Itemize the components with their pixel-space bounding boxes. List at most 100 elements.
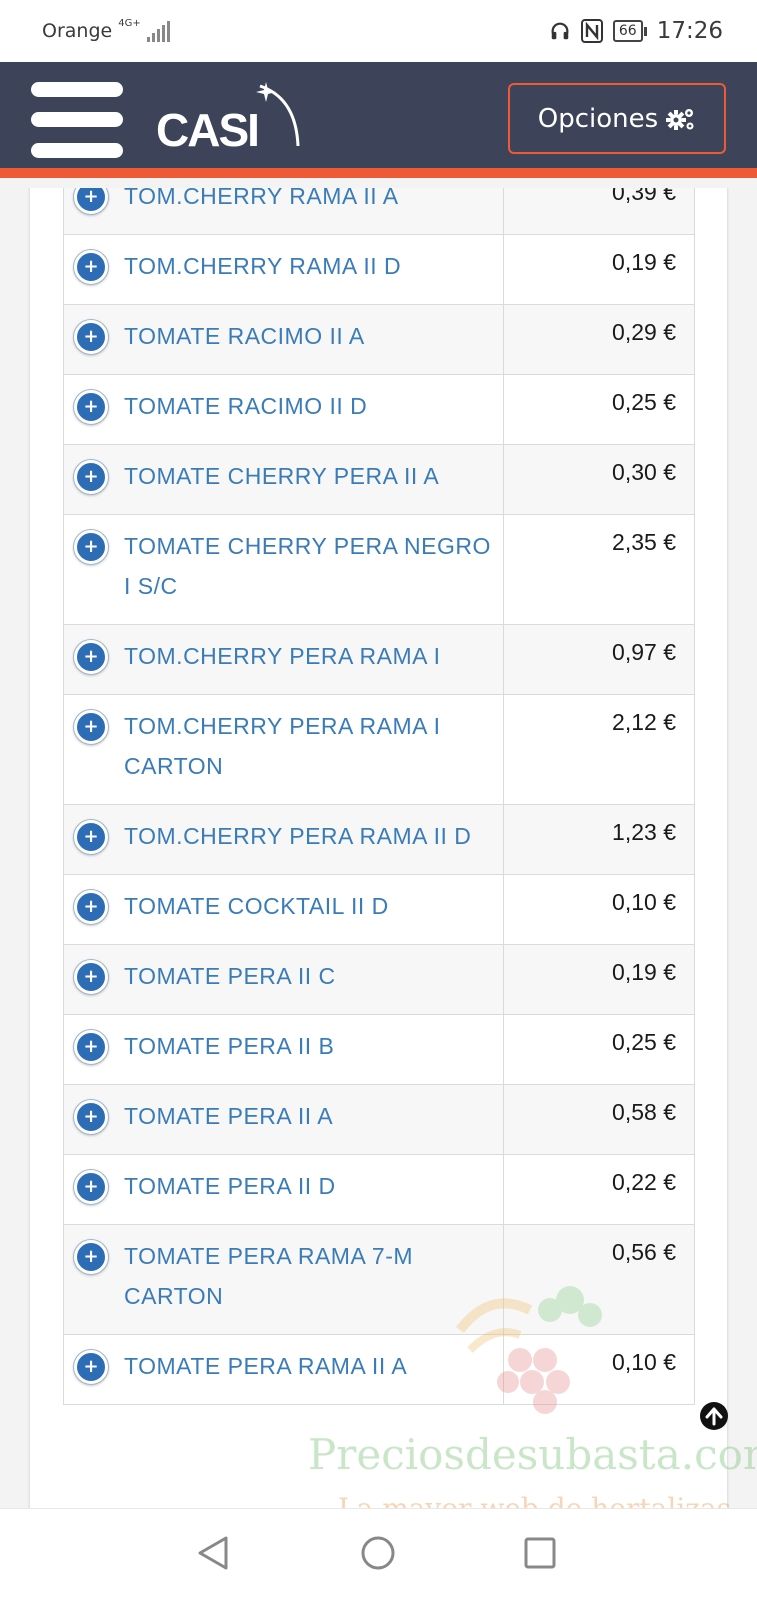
product-price: 2,12 € (503, 694, 695, 805)
product-name-cell: + TOM.CHERRY PERA RAMA II D (63, 804, 504, 875)
product-price: 1,23 € (503, 804, 695, 875)
product-price: 0,25 € (503, 1014, 695, 1085)
status-right: 66 17:26 (549, 18, 723, 44)
product-price: 0,19 € (503, 944, 695, 1015)
product-name-link[interactable]: TOMATE PERA II B (124, 1026, 334, 1066)
price-table: + TOM.CHERRY RAMA II A 0,39 € + TOM.CHERRY R… (63, 188, 695, 1405)
product-name-cell: + TOM.CHERRY PERA RAMA I CARTON (63, 694, 504, 805)
product-price: 0,58 € (503, 1084, 695, 1155)
clock: 17:26 (656, 18, 723, 44)
product-row[interactable]: + TOMATE RACIMO II A 0,29 € (63, 304, 695, 375)
status-left: Orange 4G+ (42, 18, 170, 42)
product-row[interactable]: + TOM.CHERRY PERA RAMA I CARTON 2,12 € (63, 694, 695, 805)
product-name-cell: + TOMATE PERA RAMA 7-M CARTON (63, 1224, 504, 1335)
expand-plus-icon[interactable]: + (74, 1240, 108, 1274)
arrow-up-icon (705, 1407, 723, 1426)
expand-plus-icon[interactable]: + (74, 1170, 108, 1204)
square-recent-icon[interactable] (524, 1537, 556, 1569)
product-name-link[interactable]: TOM.CHERRY PERA RAMA I (124, 636, 440, 676)
product-price: 2,35 € (503, 514, 695, 625)
product-name-link[interactable]: TOM.CHERRY RAMA II A (124, 188, 399, 216)
product-row[interactable]: + TOMATE PERA II C 0,19 € (63, 944, 695, 1015)
expand-plus-icon[interactable]: + (74, 188, 108, 214)
expand-plus-icon[interactable]: + (74, 460, 108, 494)
product-name-link[interactable]: TOM.CHERRY PERA RAMA I CARTON (124, 706, 493, 786)
nfc-icon (580, 19, 603, 43)
hamburger-menu-button[interactable] (31, 82, 123, 158)
product-row[interactable]: + TOMATE PERA II D 0,22 € (63, 1154, 695, 1225)
product-price: 0,30 € (503, 444, 695, 515)
triangle-back-icon[interactable] (196, 1535, 230, 1571)
product-name-cell: + TOMATE RACIMO II A (63, 304, 504, 375)
product-row[interactable]: + TOMATE CHERRY PERA NEGRO I S/C 2,35 € (63, 514, 695, 625)
product-name-cell: + TOMATE PERA II A (63, 1084, 504, 1155)
product-row[interactable]: + TOM.CHERRY RAMA II D 0,19 € (63, 234, 695, 305)
watermark-logo (456, 1286, 602, 1414)
content-area[interactable]: + TOM.CHERRY RAMA II A 0,39 € + TOM.CHERRY R… (0, 188, 757, 1508)
product-name-cell: + TOMATE RACIMO II D (63, 374, 504, 445)
product-name-cell: + TOMATE PERA II B (63, 1014, 504, 1085)
sparkle-icon (256, 82, 276, 102)
product-row[interactable]: + TOMATE COCKTAIL II D 0,10 € (63, 874, 695, 945)
product-name-link[interactable]: TOMATE RACIMO II A (124, 316, 365, 356)
product-name-link[interactable]: TOMATE CHERRY PERA NEGRO I S/C (124, 526, 493, 606)
expand-plus-icon[interactable]: + (74, 390, 108, 424)
signal-icon (146, 20, 170, 42)
expand-plus-icon[interactable]: + (74, 320, 108, 354)
scroll-top-button[interactable] (700, 1402, 728, 1430)
product-name-link[interactable]: TOM.CHERRY RAMA II D (124, 246, 401, 286)
product-price: 0,25 € (503, 374, 695, 445)
battery-level: 66 (612, 20, 643, 42)
product-name-cell: + TOMATE PERA II D (63, 1154, 504, 1225)
product-row[interactable]: + TOMATE RACIMO II D 0,25 € (63, 374, 695, 445)
product-name-cell: + TOMATE PERA RAMA II A (63, 1334, 504, 1405)
carrier-name: Orange (42, 20, 113, 42)
expand-plus-icon[interactable]: + (74, 890, 108, 924)
options-button[interactable]: Opciones (508, 83, 726, 154)
expand-plus-icon[interactable]: + (74, 530, 108, 564)
status-bar: Orange 4G+ 66 17:26 (0, 0, 757, 62)
product-name-cell: + TOMATE COCKTAIL II D (63, 874, 504, 945)
product-name-cell: + TOMATE CHERRY PERA NEGRO I S/C (63, 514, 504, 625)
circle-home-icon[interactable] (360, 1535, 396, 1571)
options-label: Opciones (537, 103, 659, 134)
casi-logo: CASI (156, 82, 300, 152)
expand-plus-icon[interactable]: + (74, 250, 108, 284)
product-name-link[interactable]: TOM.CHERRY PERA RAMA II D (124, 816, 471, 856)
product-name-link[interactable]: TOMATE RACIMO II D (124, 386, 367, 426)
product-name-cell: + TOMATE CHERRY PERA II A (63, 444, 504, 515)
expand-plus-icon[interactable]: + (74, 640, 108, 674)
expand-plus-icon[interactable]: + (74, 710, 108, 744)
expand-plus-icon[interactable]: + (74, 1100, 108, 1134)
expand-plus-icon[interactable]: + (74, 820, 108, 854)
watermark-title: Preciosdesubasta.com (308, 1430, 757, 1479)
product-name-link[interactable]: TOMATE CHERRY PERA II A (124, 456, 439, 496)
expand-plus-icon[interactable]: + (74, 960, 108, 994)
logo-text: CASI (156, 104, 258, 152)
product-name-link[interactable]: TOMATE PERA II C (124, 956, 336, 996)
product-name-link[interactable]: TOMATE PERA RAMA 7-M CARTON (124, 1236, 493, 1316)
product-price: 0,19 € (503, 234, 695, 305)
battery-icon: 66 (612, 20, 647, 42)
app-header: CASI Opciones (0, 62, 757, 178)
product-row[interactable]: + TOM.CHERRY PERA RAMA II D 1,23 € (63, 804, 695, 875)
product-row[interactable]: + TOMATE PERA II A 0,58 € (63, 1084, 695, 1155)
product-name-link[interactable]: TOMATE PERA RAMA II A (124, 1346, 407, 1386)
product-name-link[interactable]: TOMATE PERA II D (124, 1166, 336, 1206)
gears-icon (666, 108, 694, 130)
product-name-link[interactable]: TOMATE PERA II A (124, 1096, 333, 1136)
product-row[interactable]: + TOMATE CHERRY PERA II A 0,30 € (63, 444, 695, 515)
price-card: + TOM.CHERRY RAMA II A 0,39 € + TOM.CHERRY R… (30, 188, 727, 1508)
product-row[interactable]: + TOM.CHERRY RAMA II A 0,39 € (63, 188, 695, 235)
expand-plus-icon[interactable]: + (74, 1030, 108, 1064)
product-name-cell: + TOM.CHERRY RAMA II A (63, 188, 504, 235)
product-price: 0,22 € (503, 1154, 695, 1225)
product-row[interactable]: + TOMATE PERA II B 0,25 € (63, 1014, 695, 1085)
product-name-link[interactable]: TOMATE COCKTAIL II D (124, 886, 389, 926)
product-name-cell: + TOM.CHERRY RAMA II D (63, 234, 504, 305)
product-row[interactable]: + TOM.CHERRY PERA RAMA I 0,97 € (63, 624, 695, 695)
headphones-icon (551, 22, 569, 40)
product-name-cell: + TOM.CHERRY PERA RAMA I (63, 624, 504, 695)
expand-plus-icon[interactable]: + (74, 1350, 108, 1384)
product-price: 0,10 € (503, 874, 695, 945)
